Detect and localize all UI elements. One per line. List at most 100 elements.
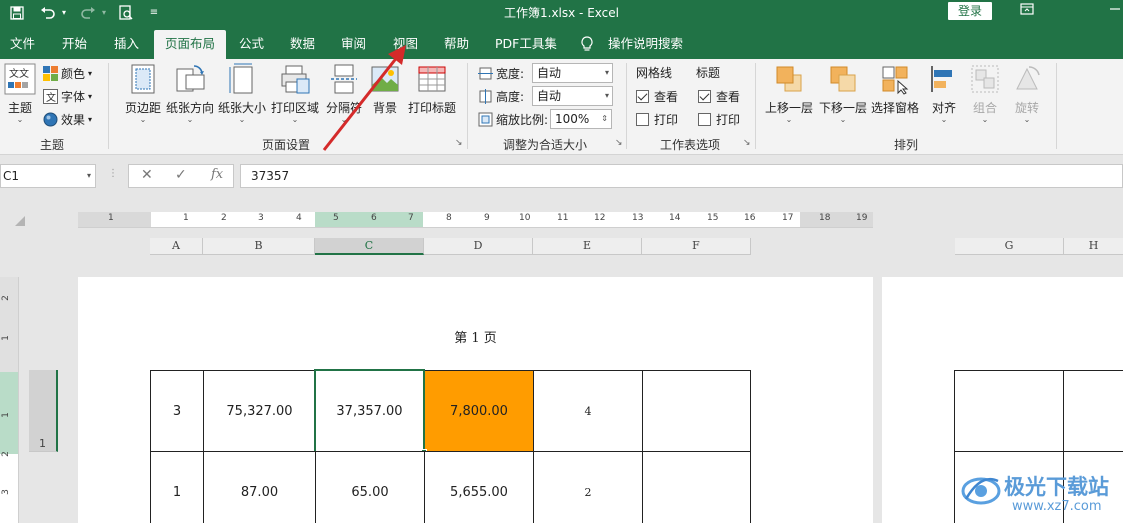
themes-label: 主题 (7, 101, 32, 115)
theme-colors-button[interactable]: 颜色 ▾ (43, 63, 92, 83)
tab-help[interactable]: 帮助 (434, 30, 479, 59)
name-box[interactable]: C1 ▾ (0, 164, 96, 188)
svg-text:文: 文 (19, 67, 29, 80)
column-header-b[interactable]: B (203, 238, 315, 255)
ruler-number: 19 (856, 213, 868, 223)
undo-icon[interactable] (38, 4, 58, 21)
theme-effects-button[interactable]: 效果 ▾ (43, 109, 92, 129)
cell-f1[interactable] (642, 370, 751, 452)
select-all-icon[interactable] (14, 215, 26, 227)
page-setup-dialog-launcher-icon[interactable]: ↘ (455, 139, 465, 149)
headings-view-checkbox[interactable]: 查看 (698, 86, 740, 106)
column-header-c[interactable]: C (315, 238, 424, 255)
cell-d2[interactable]: 5,655.00 (424, 451, 534, 523)
cell-f2[interactable] (642, 451, 751, 523)
ribbon-display-options-icon[interactable] (1016, 3, 1038, 21)
cell-e2[interactable]: 2 (533, 451, 643, 523)
scale-label: 缩放比例: (496, 112, 549, 127)
cell-b2[interactable]: 87.00 (203, 451, 316, 523)
undo-dropdown-icon[interactable]: ▾ (59, 4, 69, 21)
tab-pdf-tools[interactable]: PDF工具集 (485, 30, 567, 59)
gridlines-view-label: 查看 (654, 89, 679, 104)
gridlines-heading: 网格线 (636, 65, 673, 80)
send-backward-button[interactable]: 下移一层 ⌄ (818, 63, 868, 124)
size-button[interactable]: 纸张大小 ⌄ (218, 63, 266, 124)
sheet-options-dialog-launcher-icon[interactable]: ↘ (743, 139, 753, 149)
gridlines-print-label: 打印 (654, 112, 679, 127)
group-separator (467, 63, 468, 149)
fonts-label: 字体 (61, 89, 86, 104)
cell-h1[interactable] (1063, 370, 1123, 452)
cell-g1[interactable] (954, 370, 1064, 452)
selection-pane-label: 选择窗格 (870, 101, 919, 115)
column-header-d[interactable]: D (424, 238, 533, 255)
redo-dropdown-icon[interactable]: ▾ (99, 4, 109, 21)
horizontal-ruler: 1 1 2 3 4 5 6 7 8 9 10 11 12 13 14 15 16… (78, 212, 873, 228)
ruler-margin-left (78, 212, 151, 227)
selection-pane-button[interactable]: 选择窗格 (870, 63, 920, 116)
tab-formulas[interactable]: 公式 (229, 30, 274, 59)
tell-me-search[interactable]: 操作说明搜索 (598, 30, 693, 59)
minimize-icon[interactable] (1104, 3, 1123, 21)
rotate-button[interactable]: 旋转 ⌄ (1010, 63, 1044, 124)
ruler-number: 4 (296, 213, 302, 223)
cell-e1[interactable]: 4 (533, 370, 643, 452)
ruler-number: 3 (258, 213, 264, 223)
tab-file[interactable]: 文件 (0, 30, 45, 59)
height-select[interactable]: 自动 ▾ (532, 86, 613, 106)
margins-button[interactable]: 页边距 ⌄ (121, 63, 165, 124)
cell-d1[interactable]: 7,800.00 (424, 370, 534, 452)
ruler-number: 6 (371, 213, 377, 223)
cell-c2[interactable]: 65.00 (315, 451, 425, 523)
column-header-e[interactable]: E (533, 238, 642, 255)
scale-input[interactable]: 100% ⇕ (550, 109, 612, 129)
scale-to-fit-dialog-launcher-icon[interactable]: ↘ (615, 139, 625, 149)
column-header-h[interactable]: H (1064, 238, 1123, 255)
cell-a2[interactable]: 1 (150, 451, 204, 523)
gridlines-print-checkbox[interactable]: 打印 (636, 109, 678, 129)
group-separator (108, 63, 109, 149)
ruler-selection (315, 212, 423, 227)
themes-button[interactable]: 文文 主题 ⌄ (3, 63, 37, 124)
column-header-g[interactable]: G (955, 238, 1064, 255)
watermark: 极光下载站 www.xz7.com (960, 465, 1120, 523)
tab-insert[interactable]: 插入 (104, 30, 149, 59)
enter-icon[interactable]: ✓ (175, 167, 187, 183)
theme-fonts-button[interactable]: 文 字体 ▾ (43, 86, 92, 106)
insert-function-icon[interactable]: fx (211, 167, 223, 182)
save-icon[interactable] (8, 4, 26, 21)
ruler-number: 2 (0, 451, 11, 457)
ruler-number: 1 (0, 412, 11, 418)
width-select[interactable]: 自动 ▾ (532, 63, 613, 83)
align-button[interactable]: 对齐 ⌄ (928, 63, 960, 124)
print-preview-icon[interactable] (116, 4, 136, 21)
redo-icon[interactable] (78, 4, 98, 21)
themes-icon: 文文 (4, 63, 36, 95)
watermark-url: www.xz7.com (1012, 499, 1102, 514)
column-header-a[interactable]: A (150, 238, 203, 255)
group-icon (971, 65, 999, 93)
tab-home[interactable]: 开始 (52, 30, 97, 59)
tab-page-layout[interactable]: 页面布局 (154, 30, 226, 59)
print-area-button[interactable]: 打印区域 ⌄ (271, 63, 319, 124)
bring-forward-button[interactable]: 上移一层 ⌄ (764, 63, 814, 124)
row-header-1[interactable]: 1 (29, 370, 58, 452)
gridlines-view-checkbox[interactable]: 查看 (636, 86, 678, 106)
effects-label: 效果 (61, 112, 86, 127)
column-header-f[interactable]: F (642, 238, 751, 255)
align-icon (931, 66, 952, 92)
cell-b1[interactable]: 75,327.00 (203, 370, 316, 452)
headings-heading: 标题 (696, 65, 721, 80)
arrange-group-label: 排列 (893, 138, 918, 152)
login-button[interactable]: 登录 (948, 2, 992, 20)
ruler-number: 13 (632, 213, 644, 223)
formula-input[interactable]: 37357 (240, 164, 1123, 188)
orientation-button[interactable]: 纸张方向 ⌄ (166, 63, 214, 124)
group-button[interactable]: 组合 ⌄ (968, 63, 1002, 124)
ruler-number: 3 (0, 489, 11, 495)
cell-a1[interactable]: 3 (150, 370, 204, 452)
headings-print-checkbox[interactable]: 打印 (698, 109, 740, 129)
cell-c1[interactable]: 37,357.00 (314, 369, 425, 453)
customize-quick-access-icon[interactable]: ≡ (148, 4, 160, 21)
cancel-icon[interactable]: ✕ (141, 167, 153, 183)
